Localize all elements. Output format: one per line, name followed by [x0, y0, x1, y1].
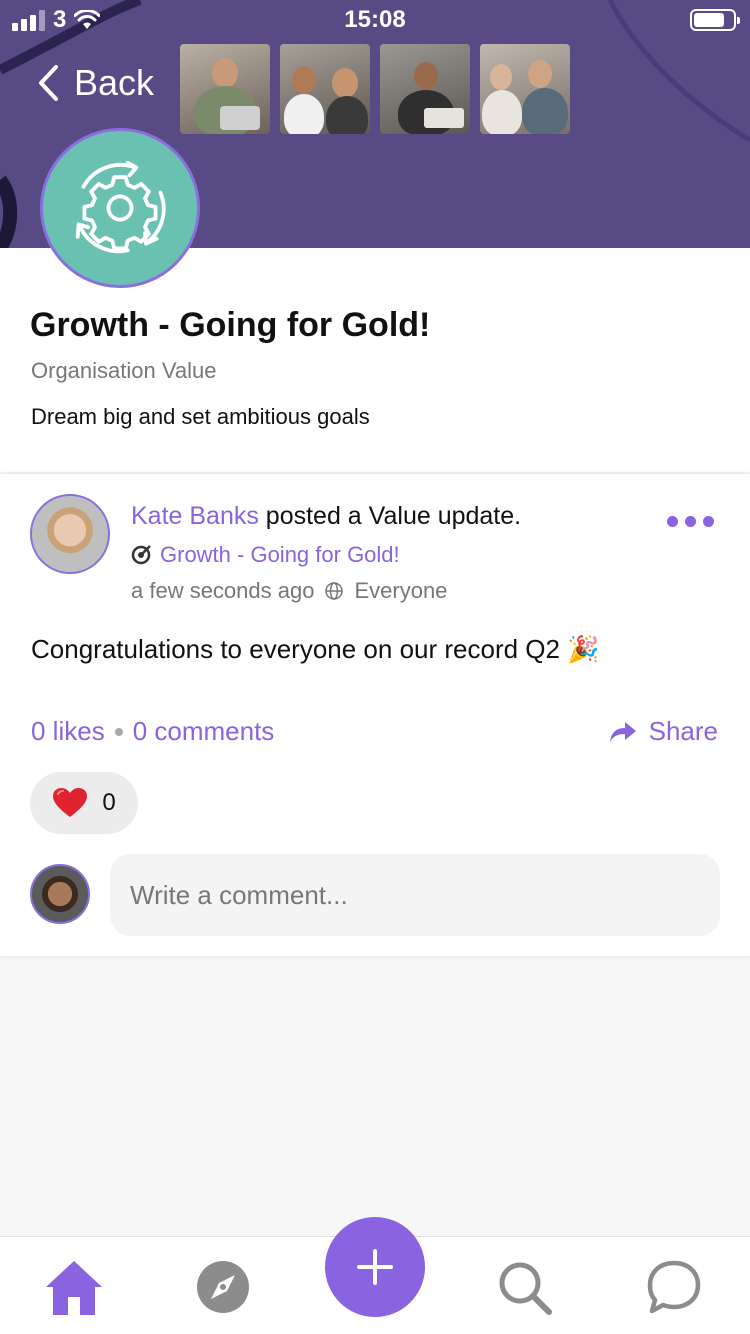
status-bar: 3 15:08: [0, 0, 750, 40]
party-popper-icon: 🎉: [567, 635, 600, 665]
author-avatar[interactable]: [30, 494, 110, 574]
thumbnail-strip: [180, 44, 570, 134]
team-photo-4[interactable]: [480, 44, 570, 134]
reaction-count: 0: [102, 789, 116, 816]
post-meta: a few seconds ago Everyone: [131, 578, 447, 604]
search-icon: [499, 1262, 552, 1315]
share-button[interactable]: Share: [609, 716, 718, 747]
author-name-link[interactable]: Kate Banks: [131, 502, 259, 530]
post-time: a few seconds ago: [131, 578, 315, 603]
tab-search[interactable]: [494, 1257, 554, 1322]
post-audience: Everyone: [354, 578, 448, 603]
value-type: Organisation Value: [31, 358, 217, 383]
post-header: Kate Banks posted a Value update.: [131, 502, 521, 531]
create-post-button[interactable]: [325, 1217, 425, 1317]
chevron-left-icon: [39, 65, 58, 101]
heart-icon: [53, 788, 88, 817]
globe-icon: [325, 582, 344, 600]
value-link-label: Growth - Going for Gold!: [160, 542, 400, 567]
back-label: Back: [74, 62, 155, 103]
comments-count-link[interactable]: 0 comments: [133, 716, 275, 747]
heart-reaction-button[interactable]: 0: [30, 772, 138, 834]
tab-home[interactable]: [44, 1257, 104, 1322]
status-time: 15:08: [344, 6, 406, 33]
post-card: Kate Banks posted a Value update. Growth…: [0, 474, 750, 956]
chat-bubble-icon: [647, 1260, 701, 1314]
tab-explore[interactable]: [193, 1257, 253, 1322]
team-photo-3[interactable]: [380, 44, 470, 134]
home-icon: [46, 1261, 102, 1315]
current-user-avatar: [30, 864, 90, 924]
team-photo-1[interactable]: [180, 44, 270, 134]
separator-dot: [114, 727, 123, 736]
share-arrow-icon: [609, 721, 636, 742]
team-photo-2[interactable]: [280, 44, 370, 134]
compass-icon: [197, 1261, 249, 1313]
comment-input[interactable]: [110, 854, 720, 936]
post-body-text: Congratulations to everyone on our recor…: [31, 634, 568, 664]
value-description: Dream big and set ambitious goals: [31, 404, 370, 429]
share-label: Share: [648, 716, 718, 746]
tab-messages[interactable]: [644, 1257, 704, 1322]
battery-icon: [690, 9, 740, 31]
gear-cycle-icon: [75, 160, 166, 254]
more-options-button[interactable]: [667, 516, 714, 527]
post-stats: 0 likes 0 comments: [31, 716, 274, 747]
value-link[interactable]: Growth - Going for Gold!: [130, 542, 400, 568]
likes-count-link[interactable]: 0 likes: [31, 716, 105, 747]
post-body: Congratulations to everyone on our recor…: [31, 634, 600, 665]
target-icon: [131, 545, 151, 565]
back-button[interactable]: Back: [36, 62, 154, 104]
plus-icon: [357, 1249, 393, 1285]
value-title: Growth - Going for Gold!: [30, 306, 431, 344]
post-action-text: posted a Value update.: [258, 502, 522, 530]
value-icon-avatar: [40, 128, 200, 288]
